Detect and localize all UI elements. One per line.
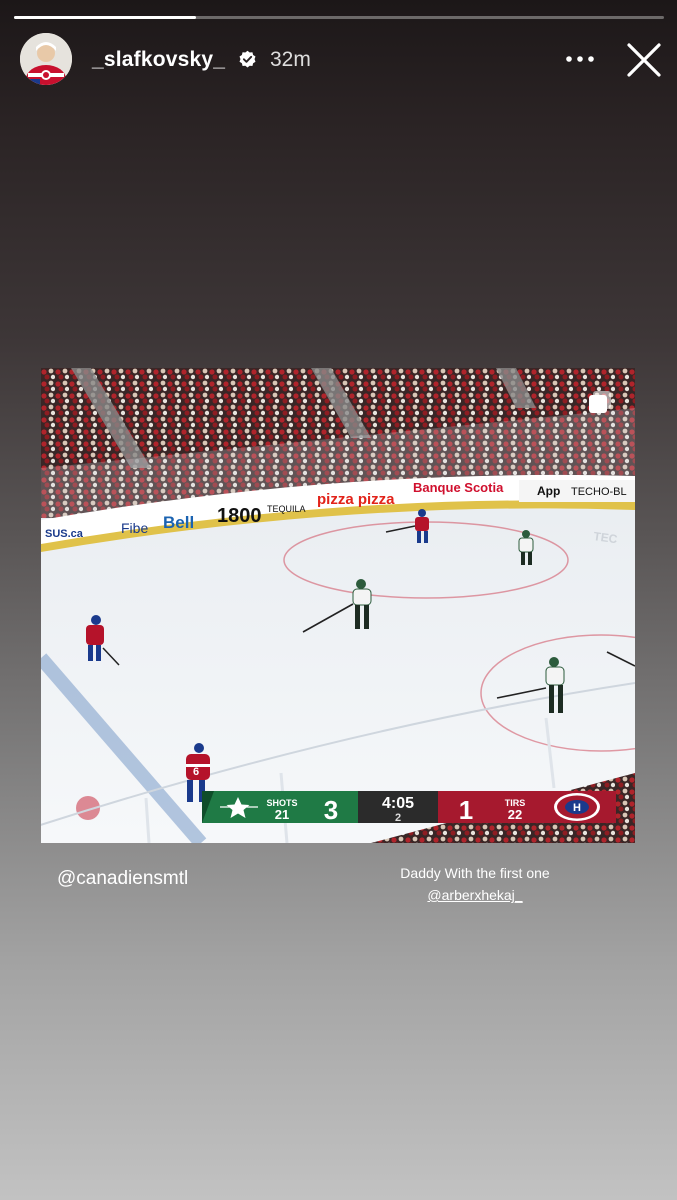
verified-badge-icon [239, 50, 256, 68]
username[interactable]: _slafkovsky_ [92, 48, 225, 72]
ad-banque: Banque Scotia [413, 480, 504, 495]
close-icon[interactable] [624, 40, 664, 80]
ad-tequila: TEQUILA [267, 504, 306, 514]
ad-sus: SUS.ca [45, 528, 84, 540]
carousel-icon [589, 391, 611, 413]
game-clock: 4:05 [382, 795, 414, 812]
ad-pizza: pizza pizza [317, 491, 395, 508]
svg-text:H: H [573, 802, 581, 814]
ad-fibe: Fibe [121, 520, 148, 536]
mention-user[interactable]: @arberxhekaj_ [400, 884, 550, 906]
away-shots: 21 [275, 807, 289, 822]
ad-app: App [537, 484, 560, 498]
away-score: 3 [324, 795, 338, 825]
scoreboard: SHOTS 21 3 4:05 2 1 TIRS 22 H [202, 791, 616, 825]
story-caption: Daddy With the first one @arberxhekaj_ [400, 862, 550, 906]
hockey-broadcast-scene: SUS.ca Fibe Bell 1800 TEQUILA pizza pizz… [41, 368, 635, 843]
ad-1800: 1800 [217, 505, 262, 527]
post-time: 32m [270, 48, 311, 71]
mention-team[interactable]: @canadiensmtl [57, 868, 188, 890]
period: 2 [395, 812, 401, 824]
ad-bell: Bell [163, 513, 194, 532]
ad-techo: TECHO-BL [571, 486, 627, 498]
shared-post-image[interactable]: SUS.ca Fibe Bell 1800 TEQUILA pizza pizz… [41, 368, 635, 843]
home-score: 1 [459, 795, 473, 825]
caption-line: Daddy With the first one [400, 865, 550, 881]
story-progress-track [14, 16, 664, 19]
story-header: _slafkovsky_ 32m [0, 30, 677, 90]
jersey-number: 6 [193, 766, 199, 778]
home-shots: 22 [508, 807, 522, 822]
canadiens-logo-icon: H [554, 793, 600, 821]
more-options-icon[interactable] [560, 44, 600, 74]
avatar[interactable] [20, 33, 72, 85]
story-progress-fill [14, 16, 196, 19]
